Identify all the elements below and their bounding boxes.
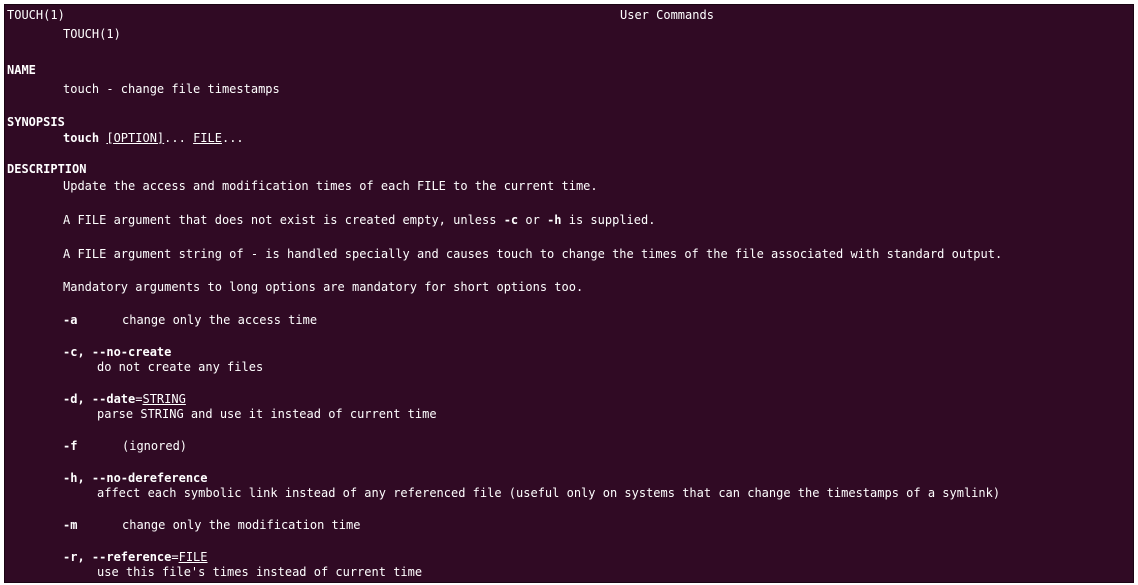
option-d-line: -d, --date=STRING: [63, 392, 186, 406]
synopsis-line: touch [OPTION]... FILE...: [63, 131, 244, 145]
section-heading-name: NAME: [7, 63, 36, 77]
option-f-desc: (ignored): [122, 439, 188, 453]
option-r-flag: -r, --reference: [63, 550, 172, 564]
description-p1: Update the access and modification times…: [63, 179, 598, 193]
option-h-desc: affect each symbolic link instead of any…: [97, 486, 1001, 500]
man-header-left: TOUCH(1): [7, 8, 65, 22]
description-p4: Mandatory arguments to long options are …: [63, 280, 584, 294]
option-m-flag: -m: [63, 518, 78, 532]
option-c-desc: do not create any files: [97, 360, 264, 374]
synopsis-sep: ...: [164, 131, 194, 145]
synopsis-option-arg: [OPTION]: [106, 131, 165, 145]
description-p2: A FILE argument that does not exist is c…: [63, 213, 655, 227]
option-r-arg: FILE: [178, 550, 208, 564]
option-r-line: -r, --reference=FILE: [63, 550, 208, 564]
option-r-eq: =: [171, 550, 179, 564]
synopsis-command: touch: [63, 131, 100, 145]
description-p2-or: or: [518, 213, 548, 227]
synopsis-file-arg: FILE: [193, 131, 222, 145]
section-heading-description: DESCRIPTION: [7, 162, 87, 176]
option-d-arg: STRING: [142, 392, 186, 406]
man-header-right: TOUCH(1): [63, 27, 121, 41]
option-d-desc: parse STRING and use it instead of curre…: [97, 407, 437, 421]
description-p2-a: A FILE argument that does not exist is c…: [63, 213, 504, 227]
option-m-desc: change only the modification time: [122, 518, 361, 532]
terminal-window[interactable]: TOUCH(1) User Commands TOUCH(1) NAME tou…: [4, 4, 1134, 583]
option-r-desc: use this file's times instead of current…: [97, 565, 423, 579]
option-h-flag: -h, --no-dereference: [63, 471, 208, 485]
description-p2-h: -h: [547, 213, 562, 227]
description-p3: A FILE argument string of - is handled s…: [63, 247, 1003, 261]
option-f-flag: -f: [63, 439, 78, 453]
description-p2-c: -c: [503, 213, 519, 227]
man-header-center: User Commands: [620, 8, 714, 22]
name-text: touch - change file timestamps: [63, 82, 280, 96]
option-c-flag: -c, --no-create: [63, 345, 172, 359]
option-a-flag: -a: [63, 313, 78, 327]
option-d-flag: -d, --date: [63, 392, 136, 406]
option-a-desc: change only the access time: [122, 313, 318, 327]
synopsis-end: ...: [221, 131, 244, 145]
section-heading-synopsis: SYNOPSIS: [7, 115, 65, 129]
description-p2-end: is supplied.: [561, 213, 656, 227]
